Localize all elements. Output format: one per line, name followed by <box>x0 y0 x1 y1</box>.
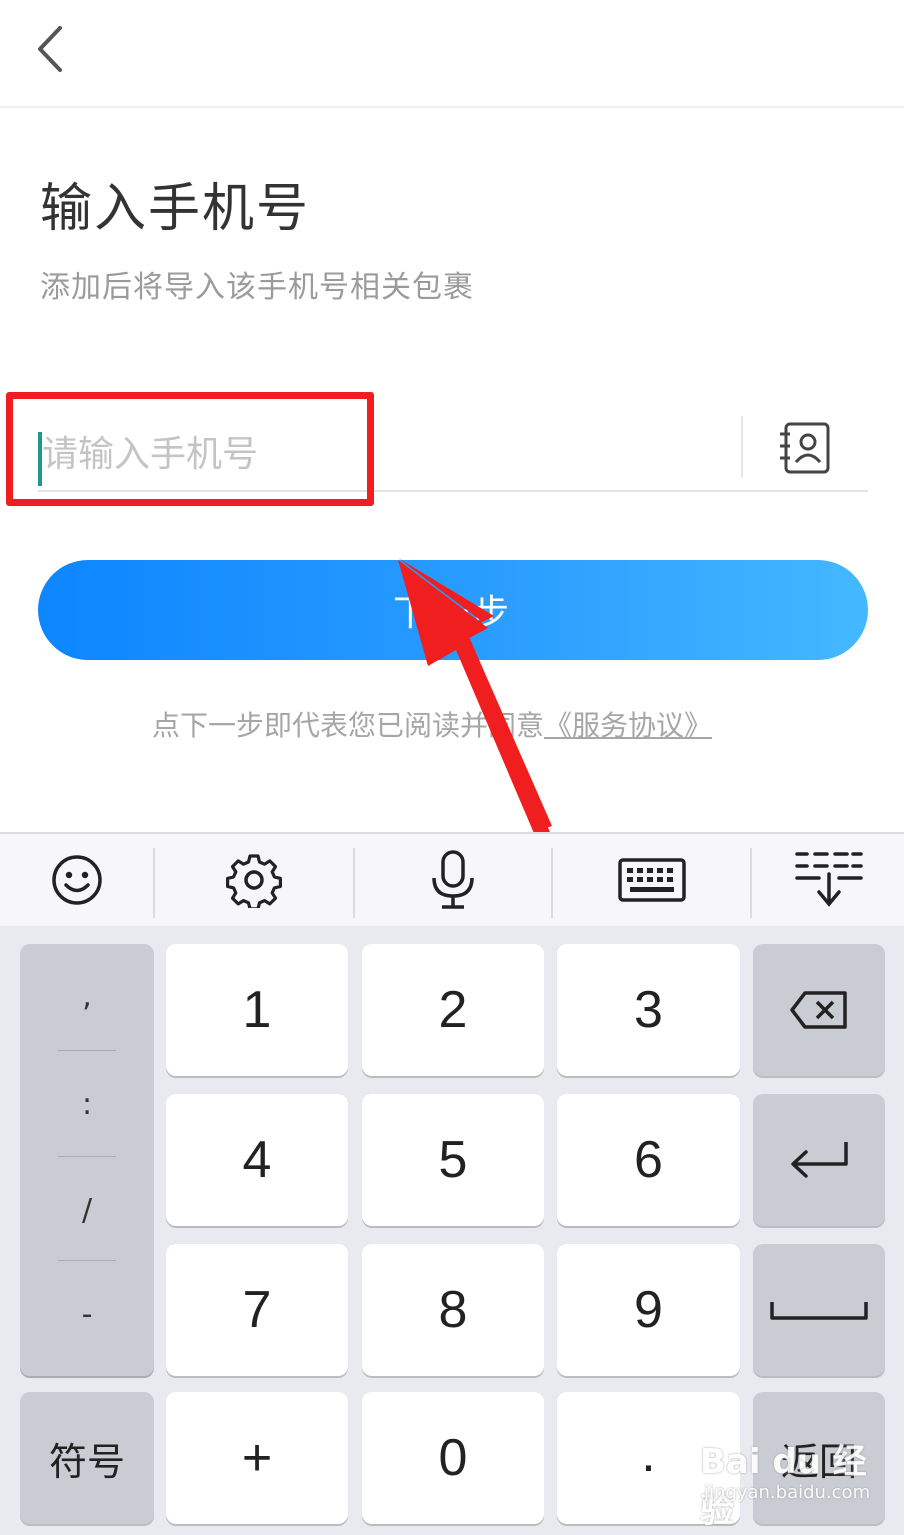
settings-button[interactable] <box>179 834 329 926</box>
microphone-icon <box>432 850 474 909</box>
key-8[interactable]: 8 <box>362 1244 544 1376</box>
key-7[interactable]: 7 <box>166 1244 348 1376</box>
agreement-text: 点下一步即代表您已阅读并同意《服务协议》 <box>152 704 712 744</box>
key-plus[interactable]: + <box>166 1392 348 1524</box>
key-5[interactable]: 5 <box>362 1094 544 1226</box>
enter-arrow-icon <box>791 1142 848 1178</box>
settings-gear-icon <box>226 854 282 908</box>
page-subtitle: 添加后将导入该手机号相关包裹 <box>40 270 474 305</box>
phone-input-row <box>38 412 868 492</box>
toolbar-separator <box>750 848 752 918</box>
backspace-key[interactable] <box>753 944 885 1076</box>
symbols-key[interactable]: 符号 <box>20 1392 154 1524</box>
hide-keyboard-button[interactable] <box>754 834 904 926</box>
contacts-button[interactable] <box>778 418 834 478</box>
chevron-left-icon <box>38 26 62 72</box>
contacts-book-icon <box>780 422 830 474</box>
divider <box>58 1156 116 1157</box>
key-6[interactable]: 6 <box>557 1094 740 1226</box>
divider <box>58 1260 116 1261</box>
key-colon[interactable]: : <box>20 1052 154 1156</box>
key-0[interactable]: 0 <box>362 1392 544 1524</box>
space-bar-icon <box>770 1302 868 1320</box>
service-agreement-link[interactable]: 《服务协议》 <box>544 709 712 742</box>
keyboard-switch-button[interactable] <box>577 834 727 926</box>
emoji-icon <box>52 855 102 905</box>
key-hyphen[interactable]: - <box>20 1262 154 1366</box>
divider <box>741 416 743 478</box>
key-4[interactable]: 4 <box>166 1094 348 1226</box>
toolbar-separator <box>353 848 355 918</box>
toolbar-separator <box>153 848 155 918</box>
key-3[interactable]: 3 <box>557 944 740 1076</box>
toolbar-separator <box>551 848 553 918</box>
text-cursor <box>38 432 42 486</box>
keyboard-toolbar <box>0 832 904 926</box>
emoji-button[interactable] <box>2 834 152 926</box>
key-comma[interactable]: , <box>20 944 154 1048</box>
enter-key[interactable] <box>753 1094 885 1226</box>
key-1[interactable]: 1 <box>166 944 348 1076</box>
backspace-icon <box>790 991 847 1029</box>
key-dot[interactable]: . <box>557 1392 740 1524</box>
key-9[interactable]: 9 <box>557 1244 740 1376</box>
divider <box>58 1050 116 1051</box>
key-2[interactable]: 2 <box>362 944 544 1076</box>
next-button[interactable]: 下一步 <box>38 560 868 660</box>
agreement-prefix: 点下一步即代表您已阅读并同意 <box>152 709 545 742</box>
symbol-column: , : / - <box>20 944 154 1376</box>
keyboard-icon <box>618 858 686 902</box>
return-key[interactable]: 返回 <box>753 1392 885 1524</box>
space-key[interactable] <box>753 1244 885 1376</box>
key-slash[interactable]: / <box>20 1158 154 1262</box>
phone-number-input[interactable] <box>38 424 718 484</box>
voice-input-button[interactable] <box>378 834 528 926</box>
hide-keyboard-icon <box>795 852 863 907</box>
page-title: 输入手机号 <box>40 179 311 239</box>
back-button[interactable] <box>20 14 90 84</box>
top-bar <box>0 0 904 108</box>
